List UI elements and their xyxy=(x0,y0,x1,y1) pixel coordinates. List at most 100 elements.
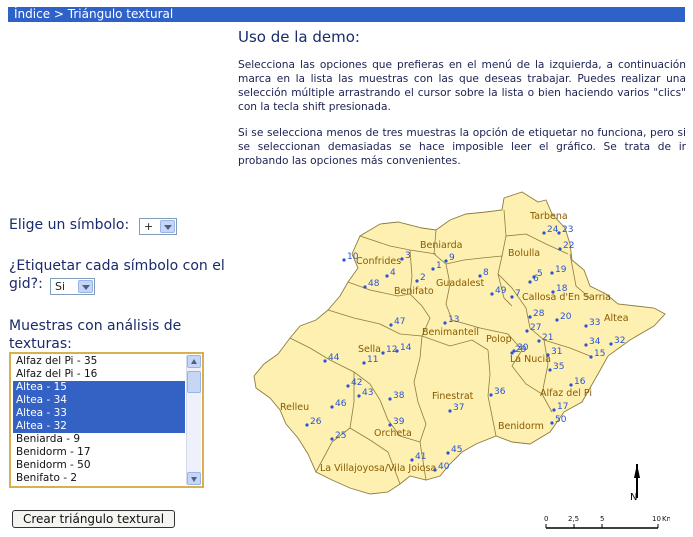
sample-point-label: 45 xyxy=(451,445,462,455)
scale-label: 0 xyxy=(544,515,548,523)
sample-point xyxy=(558,247,562,251)
samples-label: Muestras con análisis de texturas: xyxy=(9,318,182,352)
town-label: Benifato xyxy=(394,286,434,297)
sample-point-label: 41 xyxy=(415,452,426,462)
breadcrumb-home-link[interactable]: Índice xyxy=(14,7,50,21)
sample-point xyxy=(551,290,555,294)
sample-point-label: 18 xyxy=(556,284,568,294)
list-item[interactable]: Alfaz del Pi - 35 xyxy=(13,355,185,368)
label-select[interactable]: Si xyxy=(50,278,95,295)
create-triangle-button[interactable]: Crear triángulo textural xyxy=(12,510,175,528)
sample-point-label: 32 xyxy=(614,336,625,346)
town-label: Benimantell xyxy=(422,327,479,338)
label-question: ¿Etiquetar cada símbolo con el gid?: xyxy=(9,258,225,292)
list-item[interactable]: Benidorm - 17 xyxy=(13,446,185,459)
sample-point xyxy=(512,349,516,353)
list-item[interactable]: Alfaz del Pi - 16 xyxy=(13,368,185,381)
sample-point xyxy=(431,267,435,271)
sample-point xyxy=(433,468,437,472)
sample-point-label: 7 xyxy=(515,289,521,299)
sample-point xyxy=(400,257,404,261)
sample-point xyxy=(385,274,389,278)
sample-point-label: 44 xyxy=(328,353,340,363)
listbox-scrollbar[interactable] xyxy=(186,355,201,485)
sample-point xyxy=(323,359,327,363)
sample-point-label: 2 xyxy=(420,273,426,283)
list-item[interactable]: Altea - 33 xyxy=(13,407,185,420)
sample-point xyxy=(552,408,556,412)
town-label: Benidorm xyxy=(498,421,544,432)
sample-point-label: 31 xyxy=(551,347,562,357)
sample-point xyxy=(555,318,559,322)
samples-listbox[interactable]: Alfaz del Pi - 35 Alfaz del Pi - 16 Altea … xyxy=(9,352,204,488)
sample-point-label: 6 xyxy=(533,274,539,284)
list-item[interactable]: Benidorm - 50 xyxy=(13,459,185,472)
sample-point xyxy=(410,458,414,462)
sample-point-label: 43 xyxy=(362,388,373,398)
list-item[interactable]: Altea - 32 xyxy=(13,420,185,433)
usage-panel: Uso de la demo: Selecciona las opciones … xyxy=(238,28,686,180)
sample-point xyxy=(388,423,392,427)
breadcrumb-separator: > xyxy=(53,7,64,21)
sample-point-label: 23 xyxy=(562,225,573,235)
town-label: Beniarda xyxy=(420,240,462,251)
sample-point-label: 38 xyxy=(393,391,405,401)
town-label: Finestrat xyxy=(432,391,474,402)
scale-label: Km xyxy=(662,515,670,523)
sample-point-label: 47 xyxy=(394,317,405,327)
scroll-up-icon[interactable] xyxy=(187,355,201,368)
list-item[interactable]: Altea - 34 xyxy=(13,394,185,407)
list-item[interactable]: Beniarda - 9 xyxy=(13,433,185,446)
north-arrow: N xyxy=(630,464,640,503)
sample-point-label: 3 xyxy=(405,251,411,261)
usage-paragraph-1: Selecciona las opciones que prefieras en… xyxy=(238,59,686,113)
sample-point-label: 11 xyxy=(367,355,378,365)
scroll-down-icon[interactable] xyxy=(187,472,201,485)
town-label: La Nucia xyxy=(510,354,551,365)
sample-point xyxy=(489,393,493,397)
sample-point xyxy=(542,231,546,235)
sample-point xyxy=(443,321,447,325)
sample-point xyxy=(525,329,529,333)
sample-point-label: 28 xyxy=(533,309,545,319)
sample-point-label: 49 xyxy=(495,286,507,296)
symbol-select[interactable]: + xyxy=(139,218,177,235)
sample-point xyxy=(330,405,334,409)
sample-point xyxy=(537,339,541,343)
sample-point xyxy=(584,343,588,347)
scale-bar: 0 2,5 5 10Km xyxy=(544,515,670,529)
town-label: Sella xyxy=(358,344,381,355)
usage-title: Uso de la demo: xyxy=(238,28,360,46)
sample-point xyxy=(550,421,554,425)
sample-point xyxy=(510,295,514,299)
sample-point xyxy=(389,323,393,327)
sample-point-label: 34 xyxy=(589,337,601,347)
sample-point xyxy=(448,409,452,413)
sample-point xyxy=(446,451,450,455)
scrollbar-thumb[interactable] xyxy=(187,371,201,393)
town-label: Bolulla xyxy=(508,248,540,259)
list-item[interactable]: Altea - 15 xyxy=(13,381,185,394)
label-select-value: Si xyxy=(55,280,66,293)
sample-point xyxy=(528,280,532,284)
town-label: Alfaz del Pi xyxy=(540,388,592,399)
sample-point-label: 24 xyxy=(547,225,559,235)
town-label: Orcheta xyxy=(374,428,412,439)
sample-point xyxy=(528,315,532,319)
sample-point xyxy=(363,285,367,289)
list-item[interactable]: Benifato - 2 xyxy=(13,472,185,485)
chevron-down-icon[interactable] xyxy=(78,280,93,293)
breadcrumb-current: Triángulo textural xyxy=(67,7,174,21)
chevron-down-icon[interactable] xyxy=(160,220,175,233)
sample-point-label: 14 xyxy=(400,343,412,353)
sample-point-label: 46 xyxy=(335,399,347,409)
sample-point-label: 30 xyxy=(517,343,529,353)
sample-point xyxy=(490,292,494,296)
sample-point-label: 20 xyxy=(560,312,572,322)
town-label: Confrides xyxy=(356,256,401,267)
sample-point xyxy=(305,423,309,427)
scale-label: 10 xyxy=(652,515,661,523)
sample-point xyxy=(342,258,346,262)
sample-point xyxy=(548,368,552,372)
sample-point xyxy=(330,437,334,441)
